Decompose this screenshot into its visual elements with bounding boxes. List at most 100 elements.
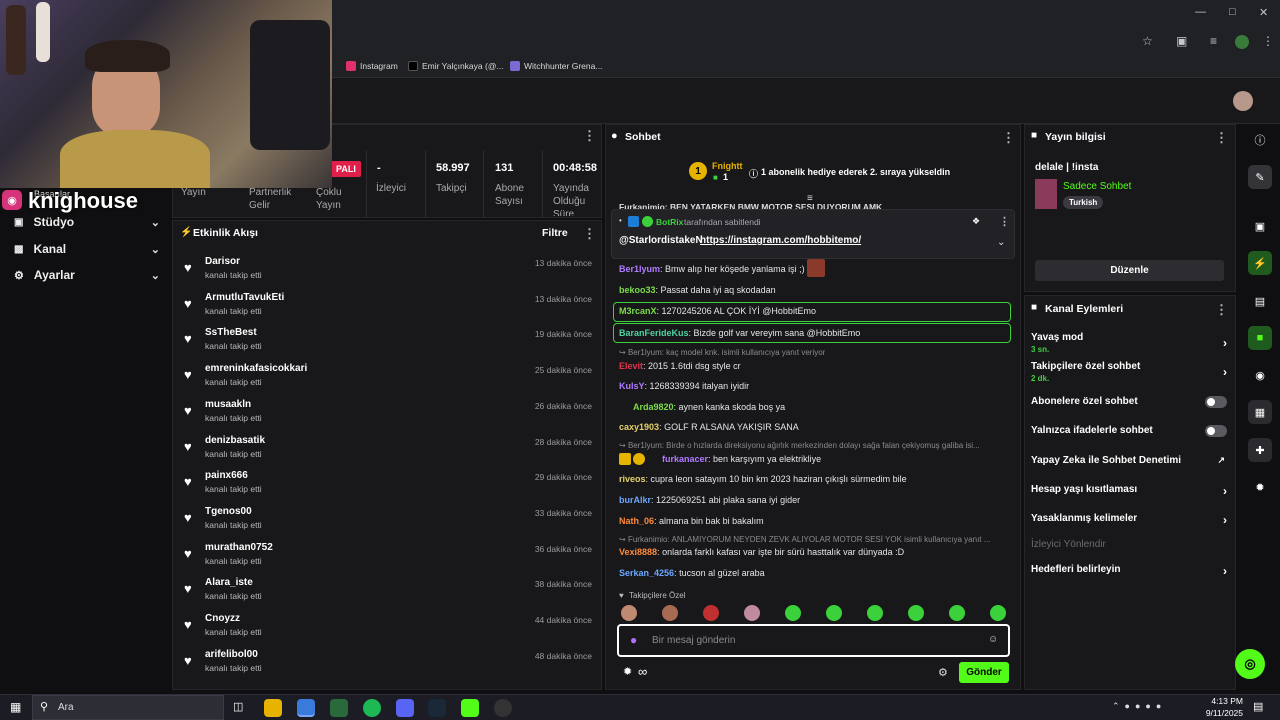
clock-time[interactable]: 4:13 PM xyxy=(1203,696,1243,706)
activity-row[interactable]: ♥ murathan0752 kanalı takip etti 36 dakika … xyxy=(182,542,600,578)
more-options-icon[interactable]: ⋮ xyxy=(1002,130,1015,146)
follower-name[interactable]: Alara_iste xyxy=(205,577,253,588)
emoji-icon[interactable]: ☺ xyxy=(988,634,998,645)
chat-username[interactable]: bekoo33 xyxy=(619,285,656,295)
chat-username[interactable]: Serkan_4256 xyxy=(619,568,674,578)
emote-icon[interactable] xyxy=(826,605,842,621)
stream-category[interactable]: Sadece Sohbet xyxy=(1063,181,1131,192)
emote-icon[interactable] xyxy=(785,605,801,621)
follower-name[interactable]: painx666 xyxy=(205,470,248,481)
extensions-icon[interactable]: ▣ xyxy=(1176,34,1187,48)
emote-icon[interactable] xyxy=(949,605,965,621)
windows-icon[interactable]: ▦ xyxy=(10,700,21,714)
chat-username[interactable]: riveos xyxy=(619,474,646,484)
gear-icon[interactable]: ⚙ xyxy=(938,666,948,679)
chrome-icon[interactable] xyxy=(297,699,315,717)
follower-name[interactable]: emreninkafasicokkari xyxy=(205,363,307,374)
activity-row[interactable]: ♥ ArmutluTavukEti kanalı takip etti 13 daki… xyxy=(182,292,600,328)
obs-icon[interactable] xyxy=(494,699,512,717)
profile-icon[interactable] xyxy=(1235,35,1249,49)
chat-bubble-icon[interactable]: ■ xyxy=(1248,326,1272,350)
follower-name[interactable]: murathan0752 xyxy=(205,542,273,553)
activity-row[interactable]: ♥ Tgenos00 kanalı takip etti 33 dakika önce xyxy=(182,506,600,542)
chat-username[interactable]: caxy1903 xyxy=(619,422,659,432)
sidebar-item-channel[interactable]: ▩ Kanal ⌄ xyxy=(14,242,160,256)
activity-row[interactable]: ♥ emreninkafasicokkari kanalı takip etti 25… xyxy=(182,363,600,399)
steam-icon[interactable] xyxy=(428,699,446,717)
activity-row[interactable]: ♥ Cnoyzz kanalı takip etti 44 dakika önce xyxy=(182,613,600,649)
maximize-icon[interactable]: □ xyxy=(1229,6,1236,18)
close-icon[interactable]: ✕ xyxy=(1259,6,1268,19)
emote-icon[interactable] xyxy=(908,605,924,621)
channel-action-item[interactable]: Yapay Zeka ile Sohbet Denetimi ↗ xyxy=(1031,455,1227,466)
menu-icon[interactable]: ⋮ xyxy=(1262,34,1274,48)
follower-name[interactable]: SsTheBest xyxy=(205,327,257,338)
send-button[interactable]: Gönder xyxy=(959,662,1009,683)
emote-icon[interactable] xyxy=(867,605,883,621)
follower-name[interactable]: Cnoyzz xyxy=(205,613,240,624)
emote-icon[interactable] xyxy=(703,605,719,621)
more-options-icon[interactable]: ⋮ xyxy=(999,215,1010,228)
follower-name[interactable]: musaakln xyxy=(205,399,251,410)
media-icon[interactable]: ≡ xyxy=(1210,34,1217,48)
unpin-icon[interactable]: ❖ xyxy=(972,216,980,227)
layout-icon[interactable]: ▦ xyxy=(1248,400,1272,424)
chat-username[interactable]: M3rcanX xyxy=(619,306,657,316)
notification-icon[interactable]: ▤ xyxy=(1253,700,1263,713)
activity-row[interactable]: ♥ painx666 kanalı takip etti 29 dakika önce xyxy=(182,470,600,506)
filter-button[interactable]: Filtre xyxy=(542,227,568,239)
follower-name[interactable]: ArmutluTavukEti xyxy=(205,292,284,303)
emote-icon[interactable] xyxy=(662,605,678,621)
chat-username[interactable]: Nath_06 xyxy=(619,516,654,526)
document-icon[interactable]: ▤ xyxy=(1248,289,1272,313)
capture-icon[interactable]: ▣ xyxy=(1248,214,1272,238)
kick-icon[interactable] xyxy=(461,699,479,717)
chat-username[interactable]: Arda9820 xyxy=(633,402,674,412)
bookmark-item[interactable]: Instagram xyxy=(346,61,398,71)
activity-row[interactable]: ♥ musaakln kanalı takip etti 26 dakika önce xyxy=(182,399,600,435)
activity-row[interactable]: ♥ arifelibol00 kanalı takip etti 48 dakika … xyxy=(182,649,600,685)
activity-row[interactable]: ♥ denizbasatik kanalı takip etti 28 dakika … xyxy=(182,435,600,471)
activity-row[interactable]: ♥ Darisor kanalı takip etti 13 dakika önce xyxy=(182,256,600,292)
channel-action-item[interactable]: Hesap yaşı kısıtlaması › xyxy=(1031,484,1227,498)
people-icon[interactable]: ✹ xyxy=(1248,475,1272,499)
edit-icon[interactable]: ✎ xyxy=(1248,165,1272,189)
reply-context[interactable]: ↪ Furkanimio: ANLAMIYORUM NEYDEN ZEVK AL… xyxy=(619,535,1007,544)
bookmark-item[interactable]: Emir Yalçınkaya (@... xyxy=(408,61,504,71)
chat-username[interactable]: Ber1lyum xyxy=(619,264,660,274)
channel-action-item[interactable]: Yavaş mod 3 sn. › xyxy=(1031,332,1227,354)
emote-icon[interactable] xyxy=(990,605,1006,621)
chat-username[interactable]: Vexi8888 xyxy=(619,547,657,557)
chat-username[interactable]: KulsY xyxy=(619,381,645,391)
spotify-icon[interactable] xyxy=(363,699,381,717)
sidebar-item-studio[interactable]: ▣ Stüdyo ⌄ xyxy=(14,215,160,229)
system-tray-icons[interactable]: ⌃●●●● xyxy=(1112,701,1166,712)
edit-button[interactable]: Düzenle xyxy=(1035,260,1224,281)
bookmark-item[interactable]: Witchhunter Grena... xyxy=(510,61,602,71)
taskbar-search-input[interactable]: Ara xyxy=(58,702,74,713)
star-icon[interactable]: ☆ xyxy=(1142,34,1153,48)
channel-action-item[interactable]: İzleyici Yönlendir xyxy=(1031,539,1227,550)
task-view-icon[interactable]: ◫ xyxy=(233,700,243,713)
clock-date[interactable]: 9/11/2025 xyxy=(1198,708,1243,718)
channel-action-item[interactable]: Yalnızca ifadelerle sohbet xyxy=(1031,425,1227,437)
sidebar-item-settings[interactable]: ⚙ Ayarlar ⌄ xyxy=(14,268,160,282)
more-options-icon[interactable]: ⋮ xyxy=(583,226,596,242)
chat-username[interactable]: BaranFerideKus xyxy=(619,328,689,338)
reply-context[interactable]: ↪ Ber1lyum: Birde o hızlarda direksiyonu… xyxy=(619,441,1007,450)
bolt-icon[interactable]: ⚡ xyxy=(1248,251,1272,275)
chat-username[interactable]: furkanacer xyxy=(662,454,708,464)
emote-icon[interactable] xyxy=(744,605,760,621)
follower-name[interactable]: arifelibol00 xyxy=(205,649,258,660)
chat-username[interactable]: Elevit xyxy=(619,361,643,371)
follower-name[interactable]: Tgenos00 xyxy=(205,506,252,517)
support-icon[interactable]: ◎ xyxy=(1235,649,1265,679)
info-icon[interactable]: ⓘ xyxy=(1248,128,1272,152)
microphone-icon[interactable]: ● xyxy=(630,633,637,647)
more-options-icon[interactable]: ⋮ xyxy=(1215,302,1228,318)
chat-input[interactable]: Bir mesaj gönderin xyxy=(652,635,735,646)
channel-action-item[interactable]: Takipçilere özel sohbet 2 dk. › xyxy=(1031,361,1227,383)
more-options-icon[interactable]: ⋮ xyxy=(583,128,596,144)
broadcast-icon[interactable]: ◉ xyxy=(1248,363,1272,387)
minimize-icon[interactable]: — xyxy=(1195,6,1206,18)
